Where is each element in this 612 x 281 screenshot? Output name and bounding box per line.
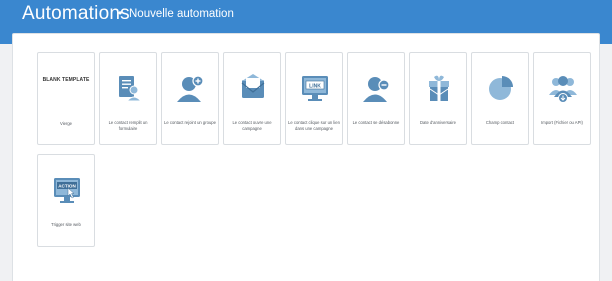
page-subtitle: Nouvelle automation: [129, 8, 234, 20]
gift-icon: [422, 71, 456, 105]
template-label: Vierge: [59, 121, 73, 126]
template-label: Import (Fichier ou API): [541, 120, 583, 125]
link-text: LINK: [309, 83, 321, 89]
template-card-open-campaign[interactable]: Le contact ouvre une campagne: [223, 52, 281, 145]
template-label: Le contact se désabonne: [352, 120, 400, 125]
title-separator: •: [118, 6, 123, 20]
template-card-contact-field[interactable]: Champ contact: [471, 52, 529, 145]
template-label: Date d'anniversaire: [420, 120, 456, 125]
template-card-blank[interactable]: BLANK TEMPLATE Vierge: [37, 52, 95, 145]
template-label: Le contact clique sur un lien dans une c…: [288, 120, 340, 131]
action-monitor-icon: ACTION: [50, 173, 84, 207]
template-panel: BLANK TEMPLATE Vierge Le contact remplit…: [12, 33, 600, 281]
page-title: Automations: [22, 3, 130, 24]
template-label: Champ contact: [485, 120, 515, 125]
template-card-birthday[interactable]: Date d'anniversaire: [409, 52, 467, 145]
template-card-join-group[interactable]: Le contact rejoint un groupe: [161, 52, 219, 145]
template-card-form[interactable]: Le contact remplit un formulaire: [99, 52, 157, 145]
template-card-click-link[interactable]: LINK Le contact clique sur un lien dans …: [285, 52, 343, 145]
template-label: Le contact rejoint un groupe: [164, 120, 216, 125]
template-label: Le contact remplit un formulaire: [108, 120, 148, 131]
template-card-import[interactable]: Import (Fichier ou API): [533, 52, 591, 145]
open-mail-icon: [236, 71, 270, 105]
pie-chart-icon: [484, 71, 518, 105]
link-monitor-icon: LINK: [298, 71, 332, 105]
template-label: Le contact ouvre une campagne: [232, 120, 272, 131]
remove-user-icon: [360, 71, 394, 105]
template-card-unsubscribe[interactable]: Le contact se désabonne: [347, 52, 405, 145]
form-icon: [112, 71, 146, 105]
template-card-website-trigger[interactable]: ACTION Trigger site web: [37, 154, 95, 247]
add-user-icon: [174, 71, 208, 105]
template-label: Trigger site web: [51, 222, 81, 227]
action-text: ACTION: [58, 184, 76, 189]
import-users-icon: [546, 71, 580, 105]
blank-template-title: BLANK TEMPLATE: [42, 77, 90, 83]
